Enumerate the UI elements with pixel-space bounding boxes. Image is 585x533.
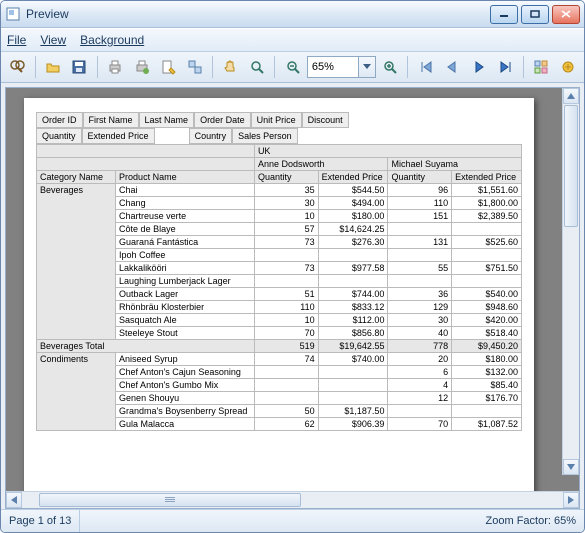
- menu-background[interactable]: Background: [80, 33, 144, 47]
- app-icon: [5, 6, 21, 22]
- scroll-down-button[interactable]: [563, 459, 579, 475]
- save-button[interactable]: [67, 54, 92, 80]
- field-chip: Unit Price: [251, 112, 302, 128]
- scale-button[interactable]: [183, 54, 208, 80]
- find-button[interactable]: [5, 54, 30, 80]
- field-chip: Extended Price: [82, 128, 155, 144]
- vertical-scroll-thumb[interactable]: [564, 105, 578, 227]
- content-area: Order IDFirst NameLast NameOrder DateUni…: [1, 83, 584, 509]
- field-area-row1: Order IDFirst NameLast NameOrder DateUni…: [36, 112, 522, 128]
- next-page-button[interactable]: [467, 54, 492, 80]
- field-area-row2-left: QuantityExtended Price: [36, 128, 155, 144]
- hand-tool-button[interactable]: [218, 54, 243, 80]
- open-button[interactable]: [41, 54, 66, 80]
- subtotal-row: Beverages Total519$19,642.55778$9,450.20: [37, 340, 522, 353]
- preview-window: Preview File View Background: [0, 0, 585, 533]
- field-chip: Order Date: [194, 112, 251, 128]
- zoom-in-button[interactable]: [378, 54, 403, 80]
- close-button[interactable]: [552, 5, 580, 24]
- viewport[interactable]: Order IDFirst NameLast NameOrder DateUni…: [6, 88, 579, 491]
- field-area-row2-right: CountrySales Person: [189, 128, 298, 144]
- pivot-grid: UKAnne DodsworthMichael SuyamaCategory N…: [36, 144, 522, 431]
- first-page-button[interactable]: [413, 54, 438, 80]
- separator: [274, 56, 275, 78]
- window-title: Preview: [26, 7, 490, 21]
- menu-view[interactable]: View: [40, 33, 66, 47]
- field-chip: Last Name: [139, 112, 195, 128]
- field-chip: Sales Person: [232, 128, 298, 144]
- maximize-button[interactable]: [521, 5, 549, 24]
- field-chip: Order ID: [36, 112, 83, 128]
- last-page-button[interactable]: [493, 54, 518, 80]
- separator: [407, 56, 408, 78]
- prev-page-button[interactable]: [440, 54, 465, 80]
- page-setup-button[interactable]: [156, 54, 181, 80]
- scroll-left-button[interactable]: [6, 492, 22, 508]
- menubar: File View Background: [1, 28, 584, 52]
- zoom-input[interactable]: [308, 60, 358, 74]
- vertical-scrollbar[interactable]: [562, 88, 579, 475]
- page-indicator: Page 1 of 13: [1, 510, 80, 532]
- multipage-button[interactable]: [529, 54, 554, 80]
- table-row: CondimentsAniseed Syrup74$740.0020$180.0…: [37, 353, 522, 366]
- field-chip: Country: [189, 128, 233, 144]
- document-area: Order IDFirst NameLast NameOrder DateUni…: [5, 87, 580, 509]
- zoom-indicator: Zoom Factor: 65%: [478, 510, 584, 532]
- scroll-right-button[interactable]: [563, 492, 579, 508]
- titlebar: Preview: [1, 1, 584, 28]
- field-chip: First Name: [83, 112, 139, 128]
- table-row: BeveragesChai35$544.5096$1,551.60: [37, 184, 522, 197]
- separator: [35, 56, 36, 78]
- watermark-button[interactable]: [555, 54, 580, 80]
- horizontal-scrollbar[interactable]: [6, 491, 579, 508]
- separator: [97, 56, 98, 78]
- print-button[interactable]: [103, 54, 128, 80]
- separator: [523, 56, 524, 78]
- statusbar: Page 1 of 13 Zoom Factor: 65%: [1, 509, 584, 532]
- magnifier-button[interactable]: [245, 54, 270, 80]
- report-page: Order IDFirst NameLast NameOrder DateUni…: [24, 98, 534, 491]
- field-chip: Quantity: [36, 128, 82, 144]
- field-chip: Discount: [302, 112, 349, 128]
- separator: [212, 56, 213, 78]
- zoom-field[interactable]: [307, 56, 376, 78]
- quick-print-button[interactable]: [129, 54, 154, 80]
- toolbar: [1, 52, 584, 83]
- menu-file[interactable]: File: [7, 33, 26, 47]
- zoom-out-button[interactable]: [280, 54, 305, 80]
- horizontal-scroll-thumb[interactable]: [39, 493, 301, 507]
- minimize-button[interactable]: [490, 5, 518, 24]
- scroll-up-button[interactable]: [563, 88, 579, 104]
- zoom-dropdown[interactable]: [358, 57, 375, 77]
